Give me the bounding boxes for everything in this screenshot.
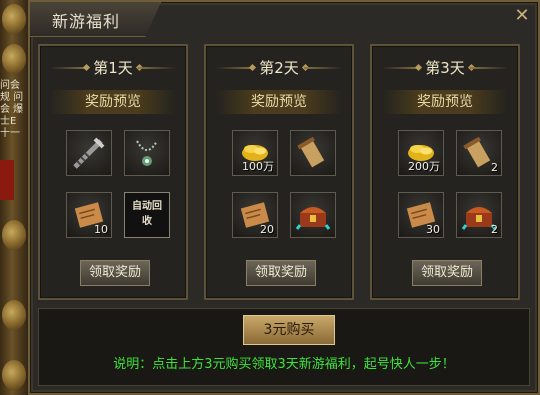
ornament-knot: [2, 44, 26, 74]
background-red-mark: [0, 160, 14, 200]
auto-recycle-text: 自动回收: [132, 201, 162, 227]
item-count: 2: [491, 161, 498, 174]
item-count: 200万: [408, 160, 440, 173]
welfare-window: 新游福利 ✕ 第1天 奖励预览 10 自动回收 领取奖励 第2天 奖励预览 10…: [28, 0, 540, 395]
scroll-bundle-icon[interactable]: [290, 130, 336, 176]
treasure-chest-icon[interactable]: [290, 192, 336, 238]
day-panel-2: 第2天 奖励预览 100万 20 领取奖励: [204, 44, 354, 300]
scroll-icon[interactable]: 10: [66, 192, 112, 238]
auto-recycle-icon[interactable]: 自动回收: [124, 192, 170, 238]
ornament-knot: [2, 220, 26, 250]
item-count: 10: [94, 223, 108, 236]
ornament-knot: [2, 360, 26, 390]
close-icon[interactable]: ✕: [510, 4, 534, 28]
ornament-knot: [2, 4, 26, 34]
item-count: 100万: [242, 160, 274, 173]
description-note: 说明：点击上方3元购买领取3天新游福利，起号快人一步！: [113, 357, 455, 372]
reward-preview-label: 奖励预览: [216, 90, 342, 114]
item-count: 20: [260, 223, 274, 236]
title-bar[interactable]: 新游福利: [30, 2, 161, 37]
mace-icon[interactable]: [66, 130, 112, 176]
day-panel-1: 第1天 奖励预览 10 自动回收 领取奖励: [38, 44, 188, 300]
reward-preview-label: 奖励预览: [50, 90, 176, 114]
item-count: 2: [491, 223, 498, 236]
day-header: 第2天: [212, 56, 346, 80]
buy-button[interactable]: 3元购买: [243, 315, 335, 345]
treasure-chest-icon[interactable]: 2: [456, 192, 502, 238]
gold-coins-icon[interactable]: 200万: [398, 130, 444, 176]
day-panel-3: 第3天 奖励预览 200万 2 30 2 领取奖励: [370, 44, 520, 300]
reward-preview-label: 奖励预览: [382, 90, 508, 114]
claim-reward-button[interactable]: 领取奖励: [80, 260, 150, 286]
purchase-area: 3元购买 说明：点击上方3元购买领取3天新游福利，起号快人一步！: [38, 308, 530, 386]
background-ornament: 问会 规 问会 爆士E 十一: [0, 0, 30, 395]
day-header: 第3天: [378, 56, 512, 80]
scroll-bundle-icon[interactable]: 2: [456, 130, 502, 176]
window-title: 新游福利: [52, 12, 121, 31]
day-title: 第3天: [425, 59, 465, 77]
claim-reward-button[interactable]: 领取奖励: [246, 260, 316, 286]
day-header: 第1天: [46, 56, 180, 80]
scroll-icon[interactable]: 30: [398, 192, 444, 238]
scroll-icon[interactable]: 20: [232, 192, 278, 238]
ornament-knot: [2, 300, 26, 330]
claim-reward-button[interactable]: 领取奖励: [412, 260, 482, 286]
background-text: 问会 规 问会 爆士E 十一: [0, 80, 24, 139]
day-title: 第1天: [93, 59, 133, 77]
necklace-icon[interactable]: [124, 130, 170, 176]
gold-coins-icon[interactable]: 100万: [232, 130, 278, 176]
item-count: 30: [426, 223, 440, 236]
day-title: 第2天: [259, 59, 299, 77]
